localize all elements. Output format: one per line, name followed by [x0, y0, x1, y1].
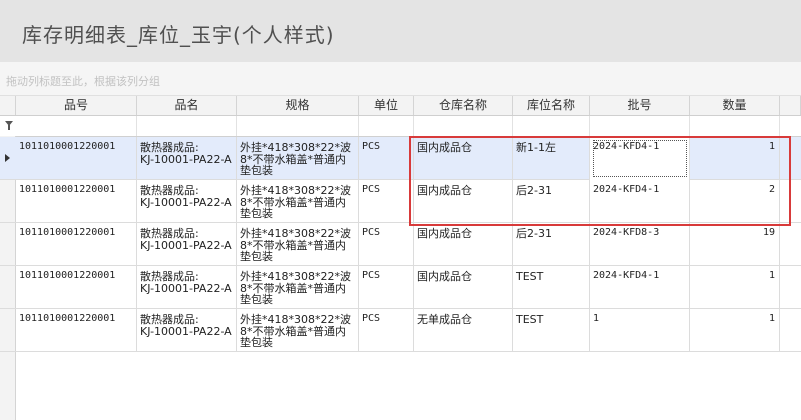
- cell-item-name[interactable]: 散热器成品: KJ-10001-PA22-A: [137, 180, 237, 223]
- cell-warehouse[interactable]: 国内成品仓: [414, 137, 513, 180]
- table-row[interactable]: 1011010001220001 散热器成品: KJ-10001-PA22-A 外挂*…: [0, 309, 801, 352]
- cell-spec[interactable]: 外挂*418*308*22*波 8*不带水箱盖*普通内 垫包装: [237, 180, 359, 223]
- cell-warehouse[interactable]: 国内成品仓: [414, 266, 513, 309]
- cell-warehouse[interactable]: 国内成品仓: [414, 223, 513, 266]
- column-header-unit[interactable]: 单位: [359, 96, 414, 115]
- column-header-item-no[interactable]: 品号: [16, 96, 137, 115]
- cell-spec[interactable]: 外挂*418*308*22*波 8*不带水箱盖*普通内 垫包装: [237, 266, 359, 309]
- filter-cell-spec[interactable]: [237, 116, 359, 136]
- cell-batch-no[interactable]: 2024-KFD4-1: [590, 137, 690, 180]
- filter-icon[interactable]: [5, 121, 13, 130]
- column-header-location[interactable]: 库位名称: [513, 96, 590, 115]
- header-corner: [0, 96, 16, 115]
- cell-quantity[interactable]: 1: [690, 266, 780, 309]
- current-row-arrow-icon: [5, 154, 10, 162]
- inventory-grid[interactable]: 品号 品名 规格 单位 仓库名称 库位名称 批号 数量 1011010001220001 散热器…: [0, 96, 801, 420]
- filter-cell-location[interactable]: [513, 116, 590, 136]
- table-row[interactable]: 1011010001220001 散热器成品: KJ-10001-PA22-A 外挂*…: [0, 180, 801, 223]
- filter-cell-unit[interactable]: [359, 116, 414, 136]
- cell-spec[interactable]: 外挂*418*308*22*波 8*不带水箱盖*普通内 垫包装: [237, 137, 359, 180]
- cell-batch-no[interactable]: 1: [590, 309, 690, 352]
- cell-item-no[interactable]: 1011010001220001: [16, 223, 137, 266]
- cell-location[interactable]: TEST: [513, 309, 590, 352]
- cell-quantity[interactable]: 1: [690, 137, 780, 180]
- cell-item-name[interactable]: 散热器成品: KJ-10001-PA22-A: [137, 137, 237, 180]
- cell-warehouse[interactable]: 无单成品仓: [414, 309, 513, 352]
- cell-item-no[interactable]: 1011010001220001: [16, 137, 137, 180]
- cell-item-no[interactable]: 1011010001220001: [16, 309, 137, 352]
- filter-cell-batch-no[interactable]: [590, 116, 690, 136]
- cell-item-name[interactable]: 散热器成品: KJ-10001-PA22-A: [137, 223, 237, 266]
- cell-location[interactable]: 后2-31: [513, 223, 590, 266]
- cell-location[interactable]: TEST: [513, 266, 590, 309]
- column-header-filler: [780, 96, 801, 115]
- filter-cell-item-name[interactable]: [137, 116, 237, 136]
- title-bar: 库存明细表_库位_玉宇(个人样式): [0, 0, 801, 62]
- group-by-panel[interactable]: 拖动列标题至此，根据该列分组: [0, 62, 801, 96]
- page-title: 库存明细表_库位_玉宇(个人样式): [22, 23, 335, 47]
- cell-location[interactable]: 新1-1左: [513, 137, 590, 180]
- cell-item-name[interactable]: 散热器成品: KJ-10001-PA22-A: [137, 309, 237, 352]
- filter-cell-quantity[interactable]: [690, 116, 780, 136]
- table-row[interactable]: 1011010001220001 散热器成品: KJ-10001-PA22-A 外挂*…: [0, 137, 801, 180]
- group-by-hint: 拖动列标题至此，根据该列分组: [6, 75, 160, 88]
- cell-unit[interactable]: PCS: [359, 223, 414, 266]
- cell-unit[interactable]: PCS: [359, 309, 414, 352]
- column-header-row: 品号 品名 规格 单位 仓库名称 库位名称 批号 数量: [0, 96, 801, 116]
- column-header-batch-no[interactable]: 批号: [590, 96, 690, 115]
- cell-unit[interactable]: PCS: [359, 137, 414, 180]
- cell-quantity[interactable]: 2: [690, 180, 780, 223]
- cell-item-no[interactable]: 1011010001220001: [16, 266, 137, 309]
- cell-quantity[interactable]: 1: [690, 309, 780, 352]
- cell-unit[interactable]: PCS: [359, 180, 414, 223]
- table-row[interactable]: 1011010001220001 散热器成品: KJ-10001-PA22-A 外挂*…: [0, 266, 801, 309]
- cell-batch-no[interactable]: 2024-KFD8-3: [590, 223, 690, 266]
- cell-quantity[interactable]: 19: [690, 223, 780, 266]
- table-row[interactable]: 1011010001220001 散热器成品: KJ-10001-PA22-A 外挂*…: [0, 223, 801, 266]
- cell-unit[interactable]: PCS: [359, 266, 414, 309]
- column-header-quantity[interactable]: 数量: [690, 96, 780, 115]
- cell-location[interactable]: 后2-31: [513, 180, 590, 223]
- cell-warehouse[interactable]: 国内成品仓: [414, 180, 513, 223]
- cell-item-no[interactable]: 1011010001220001: [16, 180, 137, 223]
- filter-cell-warehouse[interactable]: [414, 116, 513, 136]
- filter-cell-item-no[interactable]: [16, 116, 137, 136]
- cell-item-name[interactable]: 散热器成品: KJ-10001-PA22-A: [137, 266, 237, 309]
- cell-spec[interactable]: 外挂*418*308*22*波 8*不带水箱盖*普通内 垫包装: [237, 223, 359, 266]
- column-header-spec[interactable]: 规格: [237, 96, 359, 115]
- auto-filter-row[interactable]: [0, 116, 801, 137]
- cell-batch-no[interactable]: 2024-KFD4-1: [590, 180, 690, 223]
- cell-spec[interactable]: 外挂*418*308*22*波 8*不带水箱盖*普通内 垫包装: [237, 309, 359, 352]
- column-header-item-name[interactable]: 品名: [137, 96, 237, 115]
- cell-batch-no[interactable]: 2024-KFD4-1: [590, 266, 690, 309]
- column-header-warehouse[interactable]: 仓库名称: [414, 96, 513, 115]
